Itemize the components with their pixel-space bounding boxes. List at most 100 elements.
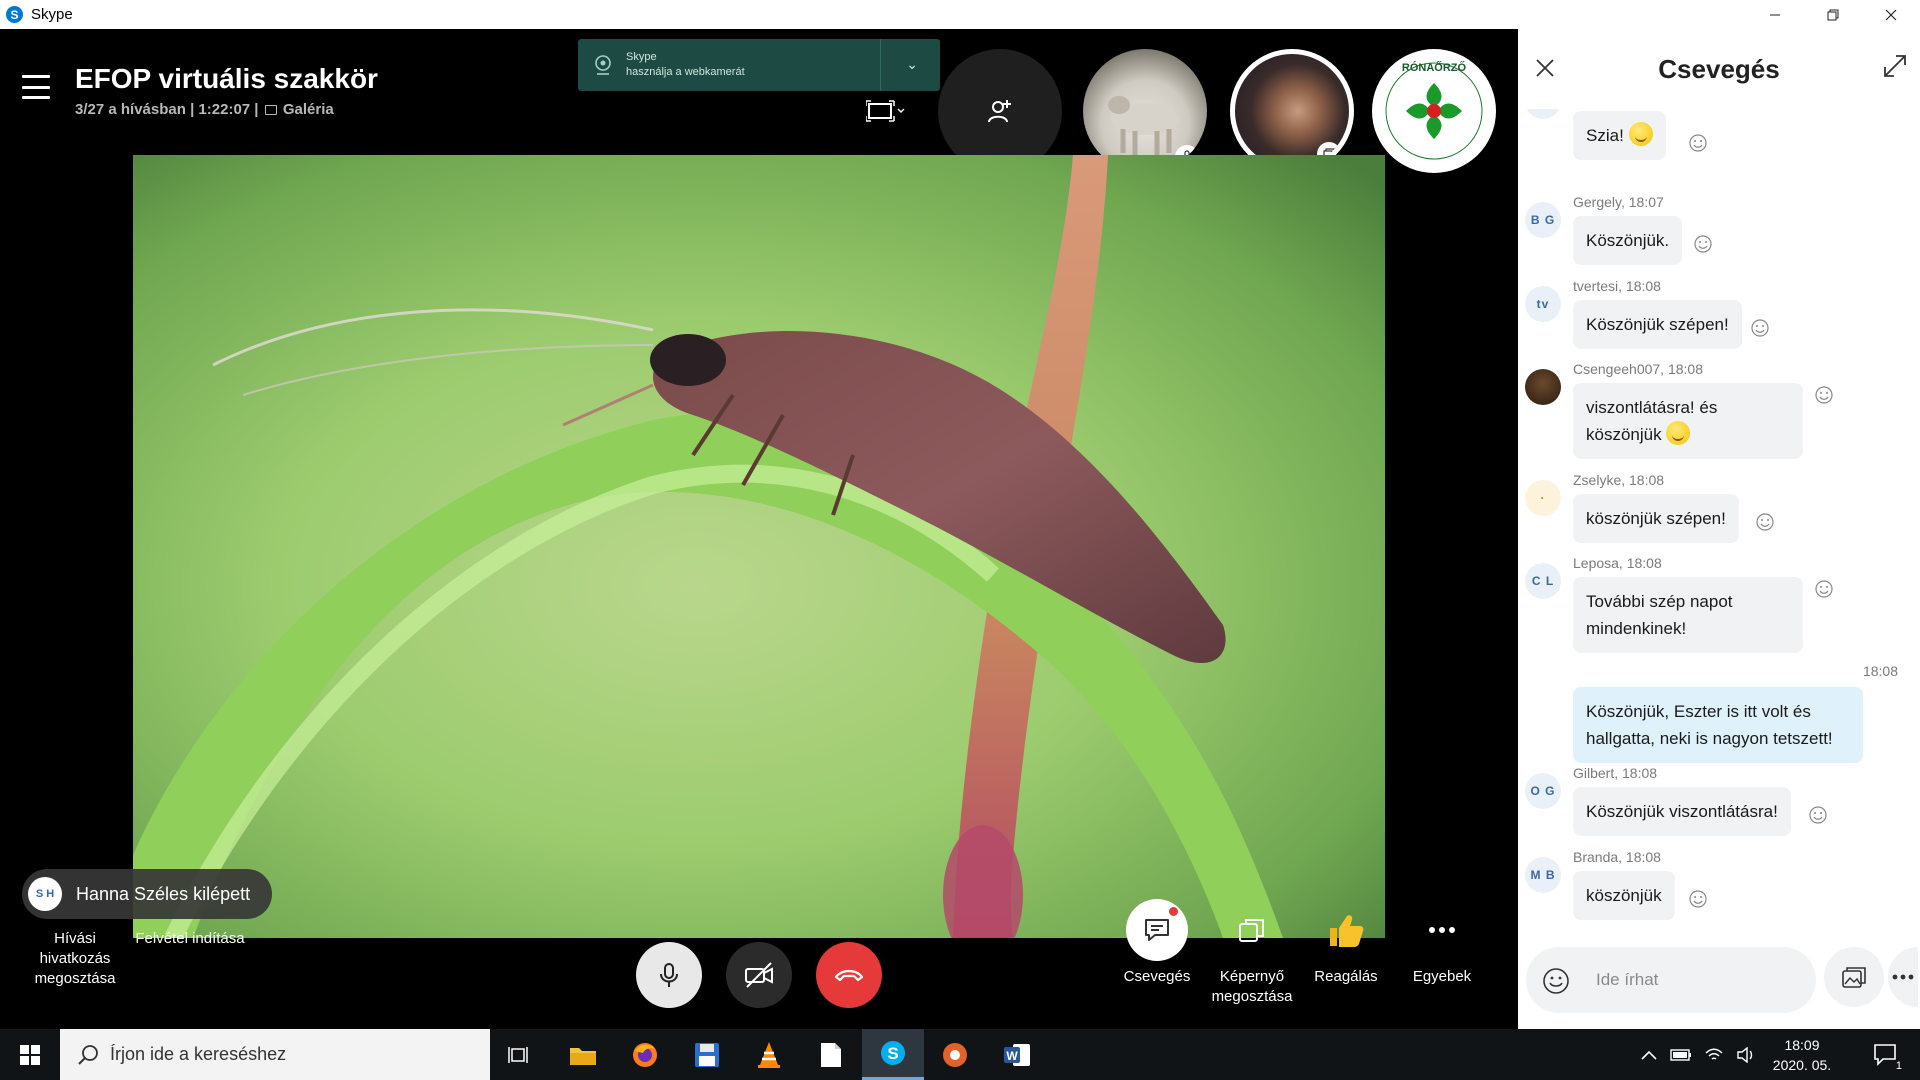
message-meta: Branda, 18:08 — [1573, 849, 1661, 865]
attach-media-button[interactable] — [1824, 947, 1884, 1007]
share-call-link-button[interactable]: Hívási hivatkozás megosztása — [20, 929, 130, 989]
message-bubble: Szia! — [1573, 111, 1666, 160]
camera-button[interactable] — [726, 942, 792, 1008]
react-smiley-icon[interactable] — [1814, 385, 1834, 405]
skype-taskbar-button[interactable]: S — [862, 1029, 924, 1080]
message-bubble: köszönjük — [1573, 871, 1675, 920]
message-text-line: hallgatta, neki is nagyon tetszett! — [1586, 729, 1833, 748]
message-avatar: M B — [1525, 857, 1561, 893]
message-input[interactable] — [1596, 965, 1796, 995]
chat-title: Csevegés — [1658, 54, 1780, 84]
react-smiley-icon[interactable] — [1688, 133, 1708, 153]
message-meta: Zselyke, 18:08 — [1573, 472, 1665, 488]
message-bubble: Köszönjük. — [1573, 216, 1683, 265]
message-bubble: viszontlátásra! és köszönjük — [1573, 383, 1803, 459]
search-input[interactable] — [110, 1044, 470, 1065]
share-screen-icon — [1239, 919, 1264, 942]
restore-button[interactable] — [1804, 0, 1862, 29]
task-view-button[interactable] — [488, 1029, 550, 1080]
firefox-button[interactable] — [614, 1029, 676, 1080]
toast-avatar: S H — [28, 877, 62, 911]
chat-more-button[interactable] — [1888, 947, 1918, 1007]
message-text-line: További szép napot — [1586, 592, 1733, 611]
record-app-button[interactable] — [924, 1029, 986, 1080]
webcam-notice[interactable]: Skype használja a webkamerát ⌄ — [578, 39, 940, 91]
message-list[interactable]: Szia! B G Gergely, 18:07 Köszönjük. tv t… — [1518, 109, 1920, 939]
more-options-button[interactable]: Egyebek — [1402, 899, 1482, 987]
taskbar-clock[interactable]: 18:09 2020. 05. 27. — [1762, 1035, 1842, 1080]
microphone-button[interactable] — [636, 942, 702, 1008]
file-explorer-button[interactable] — [552, 1029, 614, 1080]
vlc-button[interactable] — [738, 1029, 800, 1080]
react-smiley-icon[interactable] — [1688, 889, 1708, 909]
recording-label: Felvétel indítása — [135, 930, 245, 947]
message-avatar-photo — [1525, 369, 1561, 405]
message-avatar: C L — [1525, 563, 1561, 599]
more-horizontal-icon — [1892, 974, 1914, 980]
message-avatar: tv — [1525, 286, 1561, 322]
emoji-picker-icon[interactable] — [1542, 967, 1570, 995]
chevron-up-icon[interactable] — [1640, 1049, 1658, 1061]
word-icon: W — [1004, 1043, 1030, 1066]
message-bubble: Köszönjük szépen! — [1573, 300, 1742, 349]
end-call-button[interactable] — [816, 942, 882, 1008]
record-app-icon — [943, 1042, 967, 1067]
expand-icon[interactable] — [1882, 53, 1908, 79]
skype-logo-icon: S — [6, 6, 23, 23]
react-smiley-icon[interactable] — [1814, 579, 1834, 599]
react-smiley-icon[interactable] — [1808, 805, 1828, 825]
gallery-icon — [264, 105, 277, 115]
react-button[interactable]: Reagálás — [1306, 899, 1386, 987]
message-meta: Leposa, 18:08 — [1573, 555, 1662, 571]
message-composer[interactable] — [1526, 947, 1816, 1013]
word-button[interactable]: W — [986, 1029, 1048, 1080]
webcam-icon — [595, 55, 611, 75]
start-button[interactable] — [0, 1029, 60, 1080]
own-message-bubble: Köszönjük, Eszter is itt volt és hallgat… — [1573, 687, 1863, 763]
react-smiley-icon[interactable] — [1750, 318, 1770, 338]
wifi-icon[interactable] — [1704, 1047, 1724, 1063]
fullscreen-toggle-icon[interactable] — [866, 99, 906, 123]
toast-text: Hanna Széles kilépett — [76, 883, 251, 904]
window-title: Skype — [31, 6, 73, 23]
smile-emoji-icon — [1666, 421, 1691, 445]
message-meta: Csengeeh007, 18:08 — [1573, 361, 1703, 377]
message-avatar — [1525, 109, 1561, 119]
clock-date: 2020. 05. 27. — [1772, 1057, 1832, 1080]
message-avatar: B G — [1525, 202, 1561, 238]
notification-center-button[interactable]: 1 — [1856, 1029, 1916, 1080]
save-app-button[interactable] — [676, 1029, 738, 1080]
task-view-icon — [508, 1046, 528, 1063]
close-window-button[interactable] — [1862, 0, 1920, 29]
message-bubble: köszönjük szépen! — [1573, 494, 1739, 543]
message-text-line: köszönjük — [1586, 425, 1662, 444]
floppy-disk-icon — [695, 1042, 719, 1067]
start-recording-button[interactable]: Felvétel indítása — [135, 929, 245, 949]
notice-message: használja a webkamerát — [626, 66, 745, 78]
participant-avatar-logo[interactable]: RÓNAŐRZŐ — [1372, 49, 1496, 173]
main-video-feed — [133, 155, 1385, 938]
ronaorzo-logo: RÓNAŐRZŐ — [1376, 53, 1492, 169]
battery-icon[interactable] — [1670, 1048, 1692, 1062]
svg-text:RÓNAŐRZŐ: RÓNAŐRZŐ — [1402, 61, 1467, 74]
minimize-button[interactable] — [1746, 0, 1804, 29]
moth-photo — [133, 155, 1385, 938]
unread-dot — [1169, 907, 1178, 916]
share-screen-button[interactable]: Képernyő megosztása — [1210, 899, 1294, 1007]
taskbar-search[interactable] — [60, 1029, 490, 1080]
close-icon — [1885, 9, 1897, 20]
chevron-down-icon[interactable]: ⌄ — [906, 56, 918, 73]
firefox-icon — [633, 1042, 657, 1067]
menu-button[interactable] — [22, 75, 50, 99]
microphone-icon — [660, 963, 678, 987]
react-smiley-icon[interactable] — [1693, 234, 1713, 254]
message-avatar: O G — [1525, 773, 1561, 809]
document-button[interactable] — [800, 1029, 862, 1080]
participant-left-toast: S H Hanna Széles kilépett — [22, 869, 273, 919]
view-mode-label[interactable]: Galéria — [283, 101, 334, 118]
own-message-time: 18:08 — [1862, 663, 1898, 679]
volume-icon[interactable] — [1736, 1046, 1756, 1063]
skype-icon: S — [881, 1041, 905, 1065]
chat-toggle-button[interactable]: Csevegés — [1117, 899, 1197, 987]
react-smiley-icon[interactable] — [1755, 512, 1775, 532]
